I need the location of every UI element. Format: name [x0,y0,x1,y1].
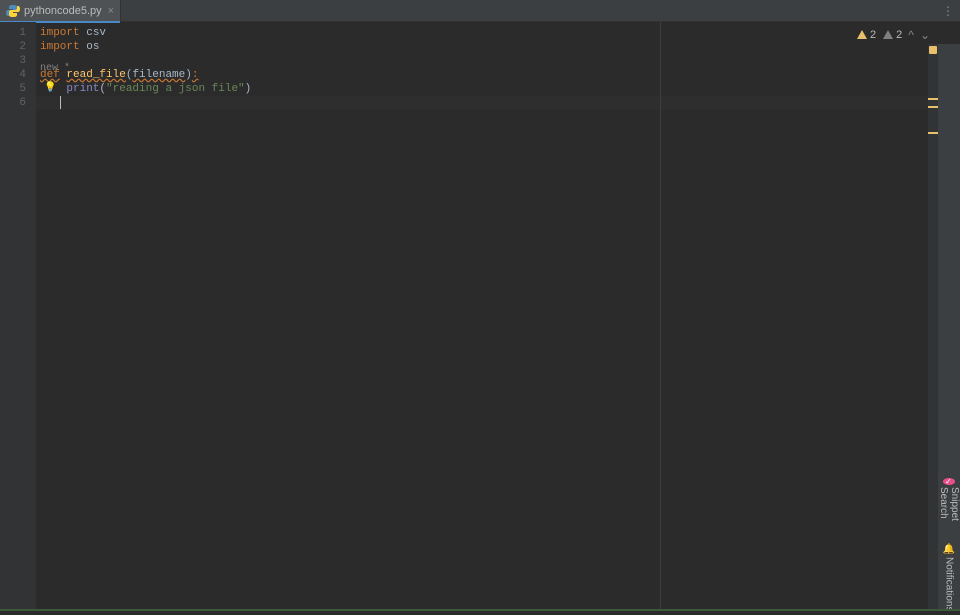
warning-marker[interactable] [928,98,938,100]
intention-bulb-icon[interactable]: 💡 [44,82,56,93]
editor-tab-bar: pythoncode5.py × ⋮ [0,0,960,22]
prev-highlight-button[interactable]: ^ [908,28,914,42]
right-tool-strip: Snippet Search 🔔 Notifications [938,44,960,611]
snippet-search-icon [943,478,955,485]
string-literal: "reading a json file" [106,83,245,95]
close-tab-icon[interactable]: × [108,5,114,17]
next-highlight-button[interactable]: ⌄ [920,28,930,42]
warning-marker[interactable] [928,132,938,134]
kw-import: import [40,41,80,53]
tab-menu-button[interactable]: ⋮ [942,4,954,18]
snippet-search-tool[interactable]: Snippet Search [938,474,960,530]
bell-icon: 🔔 [943,544,955,555]
line-number[interactable]: 1 [0,26,36,40]
paren: ) [245,83,252,95]
notifications-tool[interactable]: 🔔 Notifications [943,540,955,615]
inspection-summary-marker[interactable] [929,46,937,54]
editor-tab[interactable]: pythoncode5.py × [0,0,121,22]
warning-indicator-2[interactable]: 2 [882,29,902,41]
warning-count: 2 [896,29,902,41]
warning-indicator-1[interactable]: 2 [856,29,876,41]
tab-filename: pythoncode5.py [24,5,102,17]
error-stripe[interactable] [928,44,938,611]
snippet-search-label: Snippet Search [938,487,960,526]
warning-count: 2 [870,29,876,41]
line-number[interactable]: 2 [0,40,36,54]
vcs-new-marker: new * [40,63,70,74]
code-editor[interactable]: import csv import os new * def read_file… [36,22,960,611]
inspection-status: 2 2 ^ ⌄ [856,28,930,42]
kw-import: import [40,27,80,39]
line-number-gutter: 1 2 3 4 5 6 [0,22,36,611]
module-name: os [86,41,99,53]
warning-triangle-icon [882,29,894,41]
notifications-label: Notifications [944,557,955,611]
module-name: csv [86,27,106,39]
editor-area: 1 2 3 4 5 6 import csv import os new * d… [0,22,960,611]
python-file-icon [6,4,20,18]
line-number[interactable]: 3 [0,54,36,68]
warning-marker[interactable] [928,106,938,108]
line-number[interactable]: 4 [0,68,36,82]
line-number[interactable]: 5 [0,82,36,96]
warning-triangle-icon [856,29,868,41]
builtin-print: print [66,83,99,95]
line-number[interactable]: 6 [0,96,36,110]
text-caret [60,96,61,109]
